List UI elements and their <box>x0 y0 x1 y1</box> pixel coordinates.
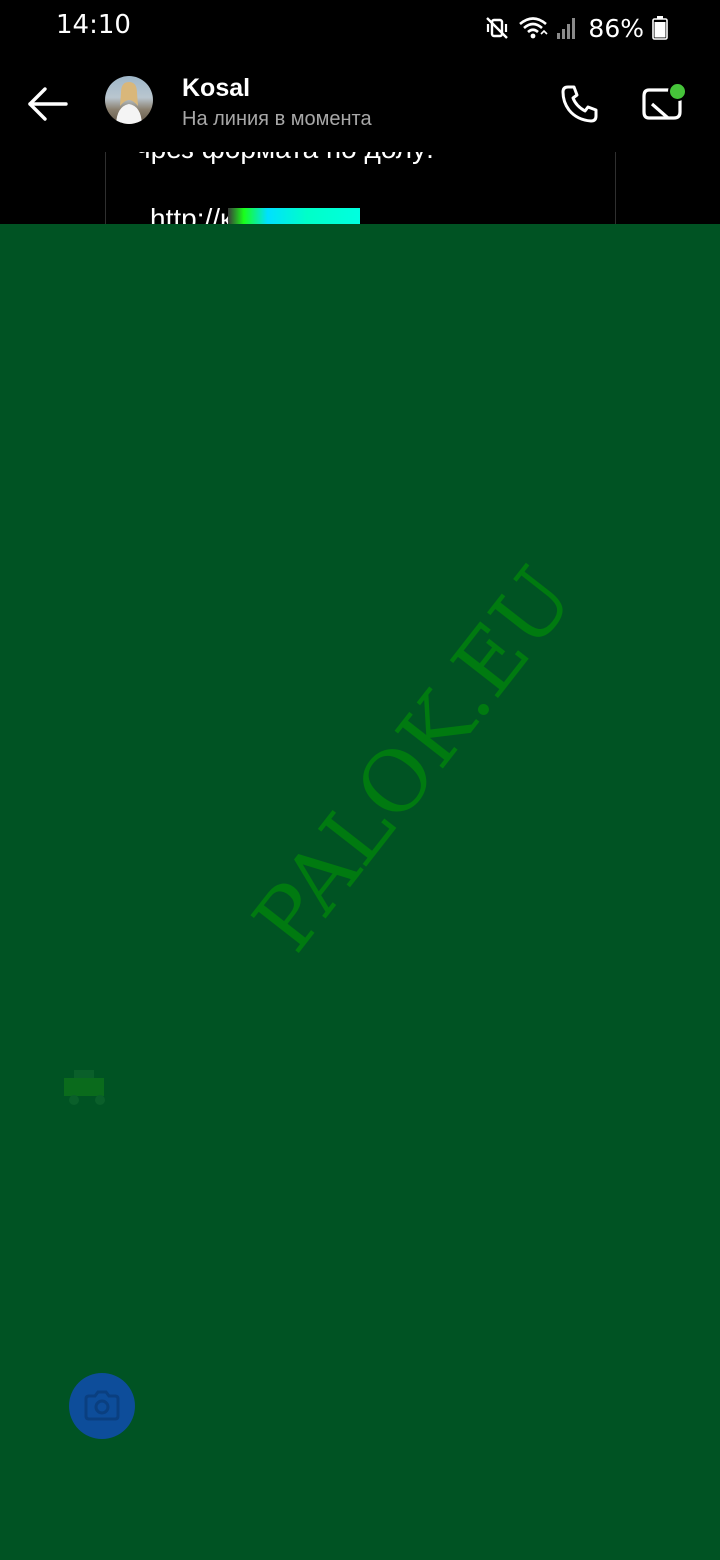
wifi-icon <box>519 17 548 39</box>
signal-icon <box>557 18 576 39</box>
phone-icon <box>561 85 598 123</box>
camera-icon <box>84 1390 120 1421</box>
call-button[interactable] <box>556 80 604 128</box>
status-time: 14:10 <box>56 10 131 40</box>
battery-percent: 86% <box>588 13 644 43</box>
contact-name[interactable]: Kosal <box>182 74 250 103</box>
video-call-button[interactable] <box>638 80 690 128</box>
status-icons: 86% <box>484 8 668 48</box>
mute-vibrate-icon <box>486 17 509 39</box>
avatar-person-image <box>116 82 142 124</box>
ghost-sticker-icon <box>60 1064 118 1114</box>
contact-status: На линия в момента <box>182 108 372 130</box>
chat-header: Kosal На линия в момента <box>0 56 720 152</box>
back-button[interactable] <box>22 78 74 130</box>
arrow-left-icon <box>28 87 68 121</box>
avatar[interactable] <box>105 76 153 124</box>
battery-icon <box>652 16 668 40</box>
image-glitch-artifact <box>228 208 360 224</box>
status-bar: 14:10 86% <box>0 0 720 56</box>
chat-screen: 14:10 86% http://к Kosal На линия в моме… <box>0 0 720 1560</box>
online-indicator <box>668 82 687 101</box>
camera-button[interactable] <box>69 1373 135 1439</box>
